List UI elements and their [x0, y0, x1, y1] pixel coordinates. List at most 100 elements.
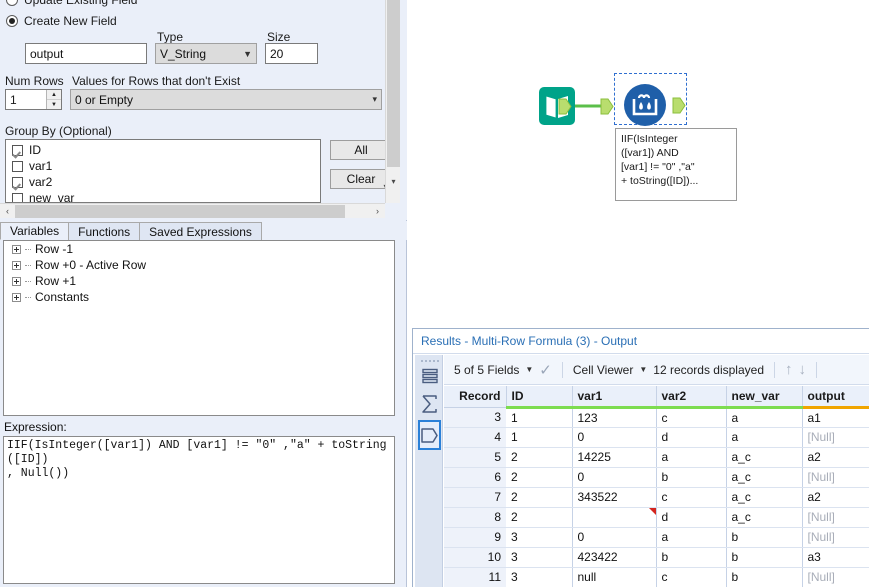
table-row[interactable]: 6 2 0 b a_c [Null] — [444, 467, 869, 488]
cell-var1[interactable]: null — [572, 567, 657, 587]
stepper-up-icon[interactable]: ▲ — [47, 90, 61, 100]
column-header-new-var[interactable]: new_var — [726, 386, 803, 409]
cell-record[interactable]: 6 — [444, 467, 506, 488]
type-select[interactable]: V_String ▼ — [155, 43, 257, 64]
cell-id[interactable]: 3 — [506, 547, 573, 568]
cell-var1[interactable]: 0 — [572, 467, 657, 488]
cell-record[interactable]: 7 — [444, 487, 506, 508]
checkbox-icon[interactable] — [12, 176, 23, 188]
cell-id[interactable]: 1 — [506, 407, 573, 428]
stepper-down-icon[interactable]: ▼ — [47, 100, 61, 109]
cell-id[interactable]: 2 — [506, 447, 573, 468]
cell-new-var[interactable]: b — [726, 567, 803, 587]
column-header-id[interactable]: ID — [506, 386, 573, 409]
cell-var2[interactable]: a — [656, 447, 727, 468]
cell-record[interactable]: 3 — [444, 407, 506, 428]
cell-viewer-label[interactable]: Cell Viewer — [573, 363, 633, 377]
cell-output[interactable]: [Null] — [802, 427, 869, 448]
cell-record[interactable]: 11 — [444, 567, 506, 587]
list-item[interactable]: ID — [6, 142, 320, 158]
tab-variables[interactable]: Variables — [0, 222, 70, 240]
cell-output[interactable]: a2 — [802, 487, 869, 508]
cell-record[interactable]: 10 — [444, 547, 506, 568]
tab-functions[interactable]: Functions — [68, 222, 141, 240]
cell-id[interactable]: 2 — [506, 487, 573, 508]
summary-sigma-icon[interactable] — [418, 391, 441, 416]
cell-record[interactable]: 5 — [444, 447, 506, 468]
radio-create-new-field[interactable]: Create New Field — [6, 14, 117, 28]
cell-var2[interactable]: c — [656, 487, 727, 508]
table-row[interactable]: 3 1 123 c a a1 — [444, 407, 869, 428]
list-item[interactable]: var1 — [6, 158, 320, 174]
fields-count-label[interactable]: 5 of 5 Fields — [454, 363, 519, 377]
tree-item-row-active[interactable]: Row +0 - Active Row — [4, 257, 394, 273]
cell-var1[interactable]: 14225 — [572, 447, 657, 468]
tab-saved-expressions[interactable]: Saved Expressions — [139, 222, 262, 240]
cell-output[interactable]: [Null] — [802, 467, 869, 488]
cell-id[interactable]: 1 — [506, 427, 573, 448]
cell-new-var[interactable]: b — [726, 547, 803, 568]
tree-item-constants[interactable]: Constants — [4, 289, 394, 305]
cell-output[interactable]: a2 — [802, 447, 869, 468]
cell-var1[interactable]: 423422 — [572, 547, 657, 568]
rows-list-icon[interactable] — [418, 363, 441, 388]
tree-item-row-minus-1[interactable]: Row -1 — [4, 241, 394, 257]
input-node-output-anchor[interactable] — [558, 98, 572, 115]
chevron-down-icon[interactable]: ▾ — [386, 174, 401, 189]
cell-output[interactable]: [Null] — [802, 507, 869, 528]
arrow-up-icon[interactable]: ↑ — [785, 361, 793, 378]
column-header-output[interactable]: output — [802, 386, 869, 409]
cell-record[interactable]: 8 — [444, 507, 506, 528]
formula-node-output-anchor[interactable] — [672, 97, 686, 114]
formula-node-input-anchor[interactable] — [600, 98, 614, 115]
size-input[interactable]: 20 — [265, 43, 318, 64]
cell-record[interactable]: 9 — [444, 527, 506, 548]
cell-var2[interactable]: c — [656, 567, 727, 587]
cell-var2[interactable]: d — [656, 507, 727, 528]
cell-var2[interactable]: d — [656, 427, 727, 448]
cell-var2[interactable]: b — [656, 467, 727, 488]
table-row[interactable]: 4 1 0 d a [Null] — [444, 427, 869, 448]
checkbox-icon[interactable] — [12, 144, 23, 156]
values-for-rows-select[interactable]: 0 or Empty ▾ — [70, 89, 382, 110]
scrollbar-track[interactable] — [15, 204, 370, 219]
cell-var2[interactable]: c — [656, 407, 727, 428]
results-grid[interactable]: Record ID var1 var2 new_var output 3 1 123… — [444, 386, 869, 587]
select-all-button[interactable]: All — [330, 140, 392, 160]
config-horizontal-scrollbar[interactable]: ‹ › — [0, 203, 385, 218]
cell-new-var[interactable]: b — [726, 527, 803, 548]
expand-plus-icon[interactable] — [12, 260, 21, 270]
checkbox-icon[interactable] — [12, 160, 23, 172]
group-by-listbox[interactable]: ID var1 var2 new_var — [5, 139, 321, 203]
cell-var2[interactable]: a — [656, 527, 727, 548]
check-icon[interactable]: ✓ — [539, 361, 552, 379]
list-item[interactable]: var2 — [6, 174, 320, 190]
cell-new-var[interactable]: a — [726, 427, 803, 448]
checkbox-icon[interactable] — [12, 192, 23, 202]
multi-row-formula-tool-icon[interactable] — [622, 82, 668, 128]
cell-record[interactable]: 4 — [444, 427, 506, 448]
cell-output[interactable]: [Null] — [802, 527, 869, 548]
expand-plus-icon[interactable] — [12, 276, 21, 286]
cell-id[interactable]: 3 — [506, 527, 573, 548]
cell-new-var[interactable]: a_c — [726, 507, 803, 528]
num-rows-stepper[interactable]: 1 ▲ ▼ — [5, 89, 62, 110]
chevron-down-icon[interactable]: ▼ — [525, 365, 533, 374]
cell-id[interactable]: 2 — [506, 467, 573, 488]
table-row[interactable]: 5 2 14225 a a_c a2 — [444, 447, 869, 468]
cell-id[interactable]: 2 — [506, 507, 573, 528]
table-row[interactable]: 10 3 423422 b b a3 — [444, 547, 869, 568]
cell-new-var[interactable]: a — [726, 407, 803, 428]
cell-output[interactable]: [Null] — [802, 567, 869, 587]
cell-var1[interactable] — [572, 507, 657, 528]
radio-update-existing-field[interactable]: Update Existing Field — [6, 0, 137, 7]
cell-output[interactable]: a3 — [802, 547, 869, 568]
table-row[interactable]: 7 2 343522 c a_c a2 — [444, 487, 869, 508]
field-name-input[interactable]: output — [25, 43, 147, 64]
table-row[interactable]: 8 2 d a_c [Null] — [444, 507, 869, 528]
column-header-var2[interactable]: var2 — [656, 386, 727, 409]
variables-tree[interactable]: Row -1 Row +0 - Active Row Row +1 Consta… — [3, 240, 395, 416]
cell-new-var[interactable]: a_c — [726, 467, 803, 488]
cell-id[interactable]: 3 — [506, 567, 573, 587]
cell-var1[interactable]: 0 — [572, 427, 657, 448]
